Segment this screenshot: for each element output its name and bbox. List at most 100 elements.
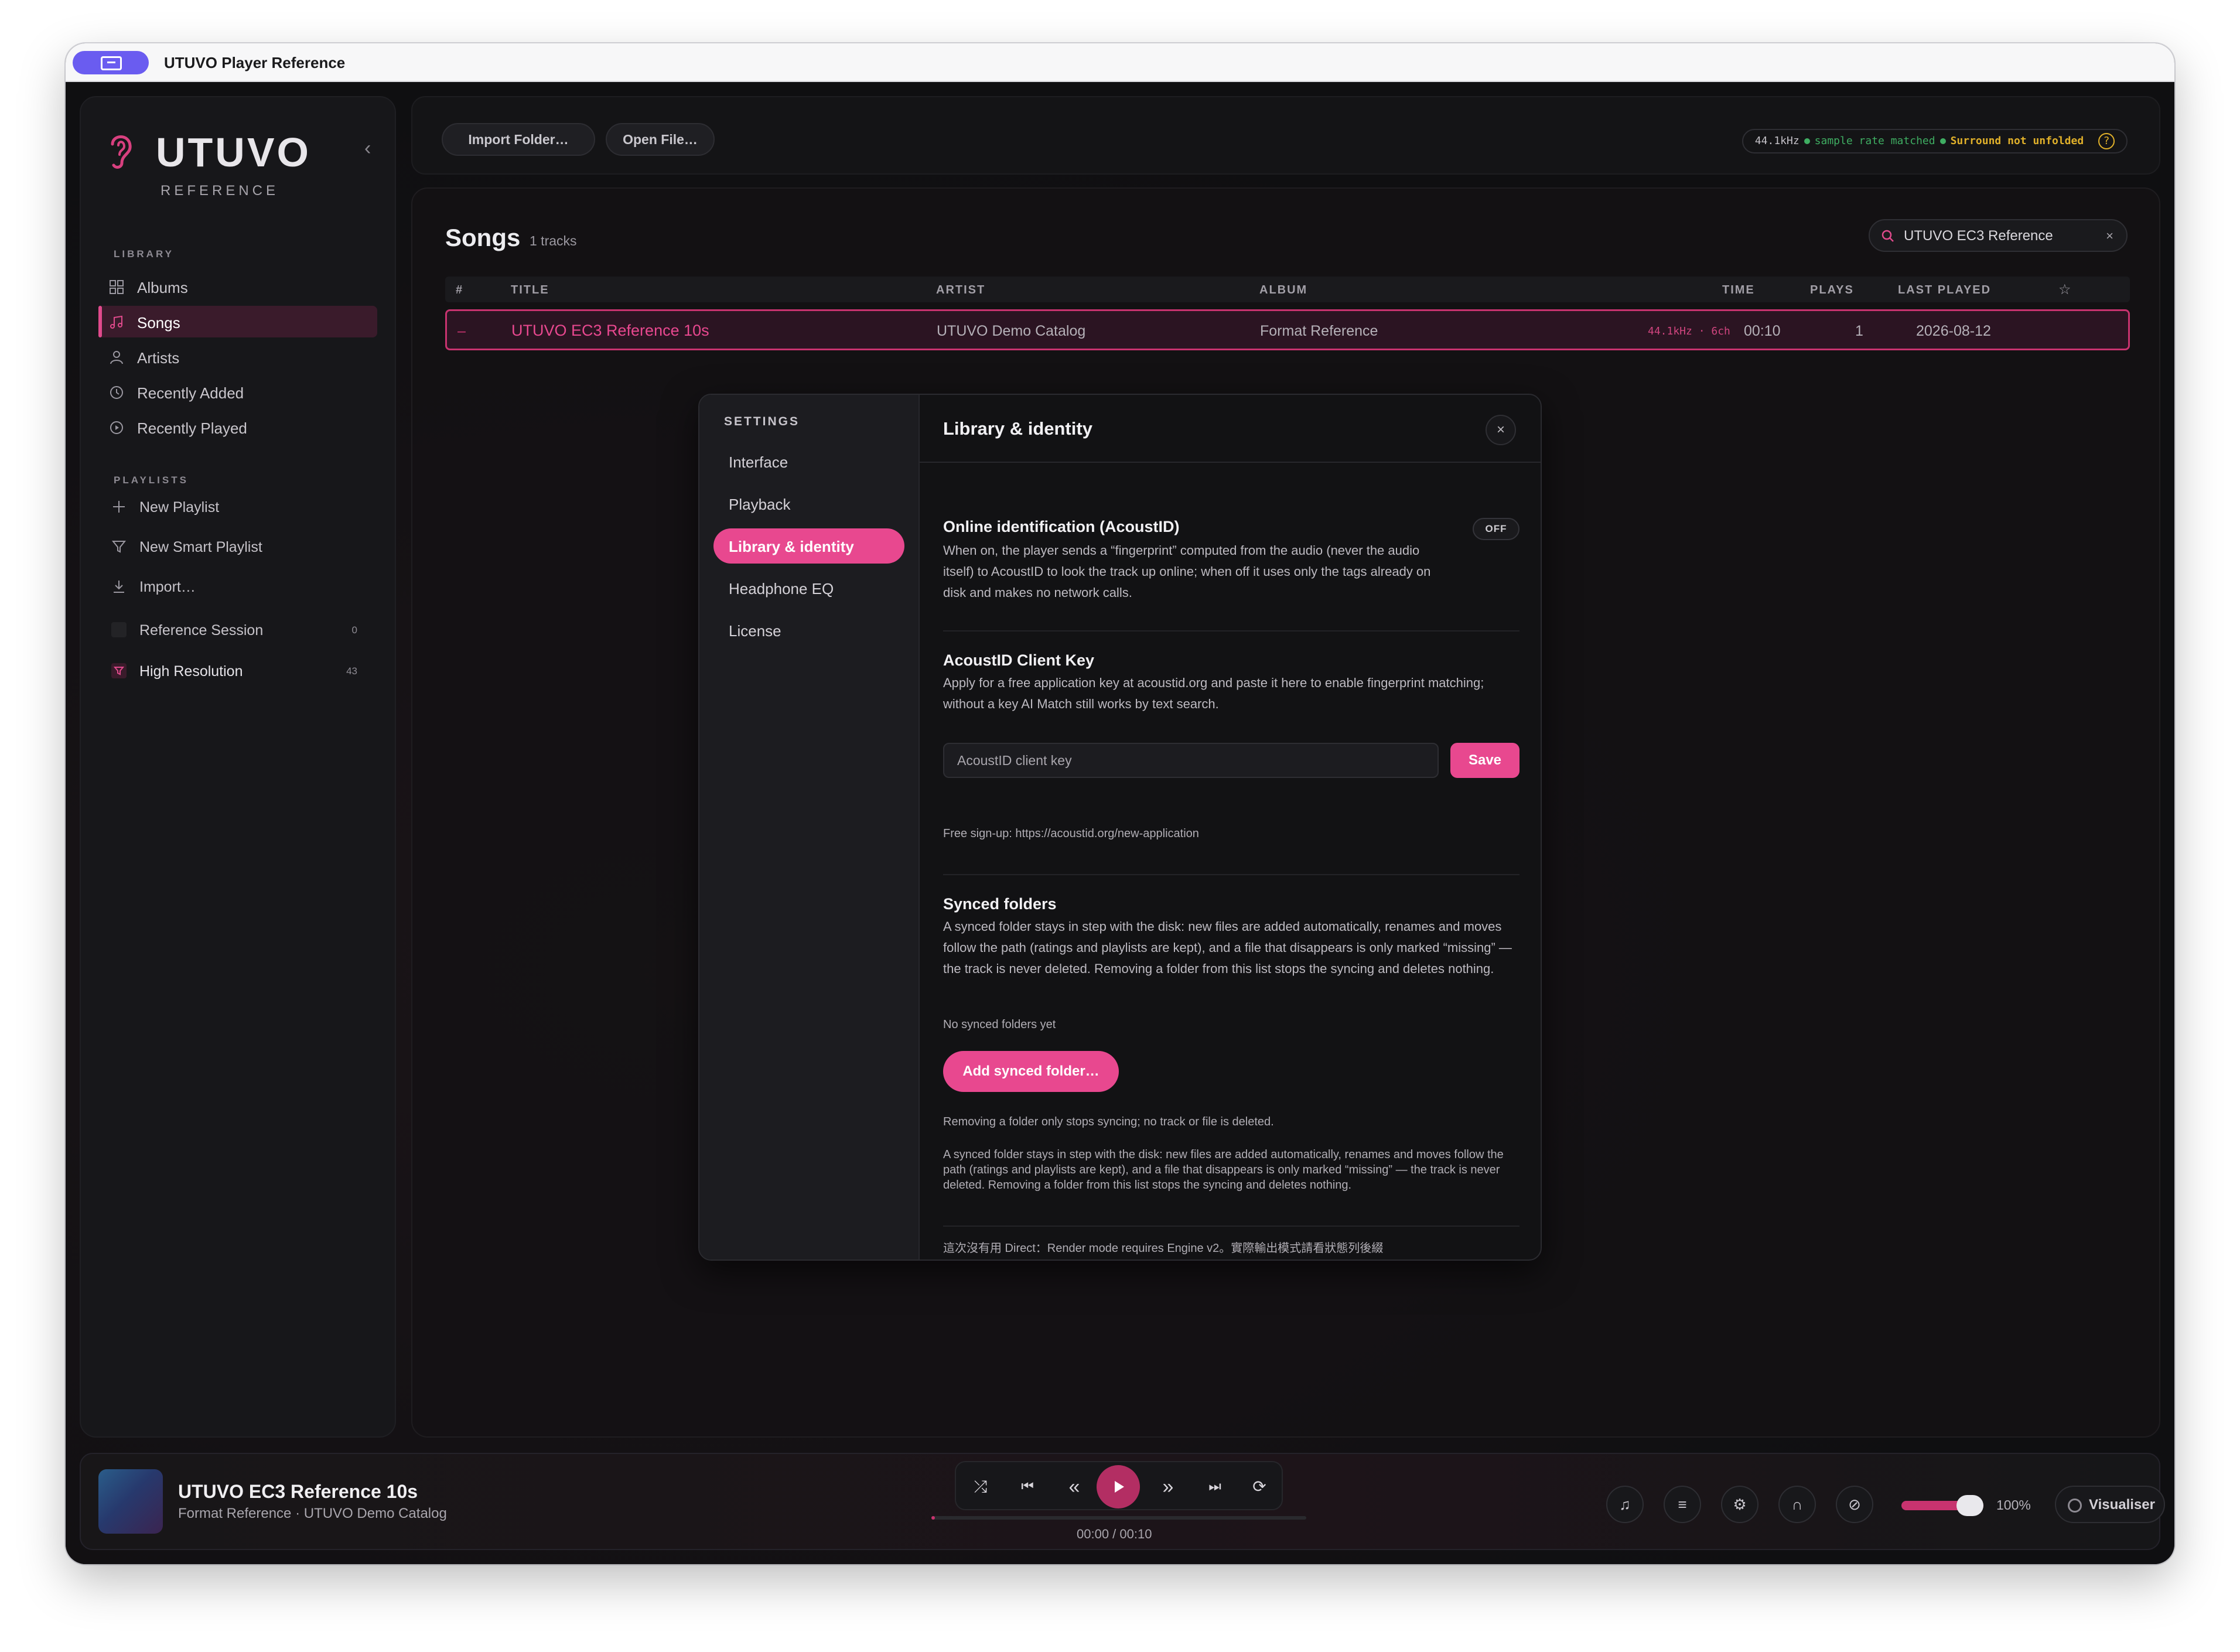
playlist-high-resolution[interactable]: High Resolution 43 <box>98 656 377 685</box>
save-key-button[interactable]: Save <box>1450 743 1519 778</box>
track-count: 1 tracks <box>530 233 577 248</box>
seek-bar[interactable] <box>931 1516 1306 1520</box>
settings-header: Library & identity × <box>920 395 1541 463</box>
synced-folders-title: Synced folders <box>943 895 1057 913</box>
sample-rate-text: 44.1kHz <box>1754 135 1799 147</box>
column-title[interactable]: TITLE <box>511 284 549 297</box>
audio-status-pill[interactable]: 44.1kHz sample rate matched Surround not u… <box>1742 129 2128 153</box>
sidebar-item-label: Artists <box>137 349 180 367</box>
logo-text: UTUVO <box>156 129 311 175</box>
volume-slider[interactable] <box>1901 1495 1983 1516</box>
add-synced-folder-button[interactable]: Add synced folder… <box>943 1051 1119 1092</box>
volume-knob[interactable] <box>1956 1495 1983 1516</box>
column-plays[interactable]: PLAYS <box>1810 284 1854 297</box>
close-icon[interactable]: × <box>1486 415 1516 445</box>
plus-icon <box>113 501 125 513</box>
settings-tab-headphone-eq[interactable]: Headphone EQ <box>713 571 904 606</box>
column-favorite-star-icon[interactable]: ☆ <box>2058 281 2072 298</box>
settings-tab-interface[interactable]: Interface <box>713 444 904 479</box>
settings-gear-icon[interactable]: ⚙ <box>1721 1486 1758 1523</box>
new-smart-playlist-button[interactable]: New Smart Playlist <box>98 532 377 561</box>
online-id-toggle[interactable]: OFF <box>1473 518 1519 540</box>
surround-status-text: Surround not unfolded <box>1950 135 2084 147</box>
download-icon <box>114 581 124 593</box>
smart-filter-icon <box>111 663 127 678</box>
status-dot-icon <box>1939 138 1946 144</box>
rewind-icon[interactable]: « <box>1061 1474 1087 1500</box>
settings-tab-license[interactable]: License <box>713 613 904 648</box>
visualiser-button[interactable]: Visualiser <box>2055 1486 2165 1523</box>
signup-link[interactable]: Free sign-up: https://acoustid.org/new-a… <box>943 826 1519 841</box>
logo-subtitle: REFERENCE <box>161 183 279 199</box>
next-track-icon[interactable]: ⏭ <box>1202 1474 1228 1500</box>
sidebar-item-recently-added[interactable]: Recently Added <box>98 376 377 408</box>
sidebar-item-label: Albums <box>137 279 188 296</box>
person-icon <box>110 351 123 364</box>
column-last-played[interactable]: LAST PLAYED <box>1898 284 1991 297</box>
repeat-icon[interactable]: ⟳ <box>1247 1474 1272 1500</box>
sidebar-item-label: Songs <box>137 314 180 332</box>
row-num: – <box>457 323 466 339</box>
rate-status-text: sample rate matched <box>1814 135 1935 147</box>
open-file-button[interactable]: Open File… <box>606 123 715 156</box>
table-row[interactable]: – UTUVO EC3 Reference 10s UTUVO Demo Cat… <box>445 309 2130 350</box>
album-art[interactable] <box>98 1469 163 1534</box>
row-last-played: 2026-08-12 <box>1916 323 1991 339</box>
column-artist[interactable]: ARTIST <box>936 284 985 297</box>
acoustid-key-input[interactable] <box>943 743 1439 778</box>
new-playlist-button[interactable]: New Playlist <box>98 492 377 521</box>
column-album[interactable]: ALBUM <box>1259 284 1307 297</box>
row-plays: 1 <box>1855 323 1863 339</box>
page-title: Songs <box>445 224 521 251</box>
new-smart-playlist-label: New Smart Playlist <box>139 539 262 555</box>
sidebar-item-recently-played[interactable]: Recently Played <box>98 411 377 443</box>
mute-speaker-icon[interactable]: ⊘ <box>1836 1486 1873 1523</box>
queue-icon[interactable]: ≡ <box>1664 1486 1701 1523</box>
sidebar-item-label: Recently Played <box>137 419 247 437</box>
lyrics-note-icon[interactable]: ♫ <box>1606 1486 1644 1523</box>
import-folder-button[interactable]: Import Folder… <box>442 123 595 156</box>
settings-tab-playback[interactable]: Playback <box>713 486 904 521</box>
headphones-icon[interactable]: ∩ <box>1778 1486 1816 1523</box>
playlist-swatch-icon <box>111 622 127 637</box>
row-artist[interactable]: UTUVO Demo Catalog <box>937 323 1085 340</box>
sidebar-item-artists[interactable]: Artists <box>98 341 377 373</box>
sidebar-item-songs[interactable]: Songs <box>98 306 377 337</box>
column-time[interactable]: TIME <box>1722 284 1755 297</box>
window-badge[interactable] <box>73 51 149 74</box>
collapse-sidebar-button[interactable]: ‹ <box>364 138 382 158</box>
settings-tab-library-identity[interactable]: Library & identity <box>713 528 904 564</box>
divider <box>943 630 1519 632</box>
app-content: UTUVO REFERENCE ‹ LIBRARY Albums Songs A… <box>66 82 2174 1564</box>
divider <box>943 874 1519 875</box>
sidebar-item-albums[interactable]: Albums <box>98 271 377 302</box>
now-playing-title: UTUVO EC3 Reference 10s <box>178 1481 418 1502</box>
synced-folders-description-repeat: A synced folder stays in step with the d… <box>943 1148 1504 1192</box>
settings-tab-label: Headphone EQ <box>729 580 834 598</box>
clear-search-icon[interactable]: × <box>2106 228 2113 244</box>
help-icon[interactable]: ? <box>2098 133 2115 149</box>
top-toolbar: Import Folder… Open File… 44.1kHz sample … <box>411 96 2160 175</box>
row-album[interactable]: Format Reference <box>1260 323 1378 340</box>
shuffle-icon[interactable]: ⤮ <box>968 1474 993 1500</box>
fast-forward-icon[interactable]: » <box>1155 1474 1181 1500</box>
previous-track-icon[interactable]: ⏮ <box>1015 1474 1040 1500</box>
import-playlist-button[interactable]: Import… <box>98 572 377 601</box>
settings-content: Online identification (AcoustID) OFF Whe… <box>920 464 1541 1260</box>
play-button[interactable] <box>1097 1465 1140 1508</box>
search-input[interactable] <box>1904 227 2103 245</box>
playlist-count: 0 <box>351 624 357 636</box>
search-box[interactable]: × <box>1869 219 2128 252</box>
transport-controls: ⤮ ⏮ « » ⏭ ⟳ <box>955 1461 1283 1510</box>
online-id-title: Online identification (AcoustID) <box>943 518 1180 535</box>
column-num[interactable]: # <box>456 284 463 297</box>
new-playlist-label: New Playlist <box>139 499 220 516</box>
client-key-title: AcoustID Client Key <box>943 651 1095 669</box>
playlist-reference-session[interactable]: Reference Session 0 <box>98 615 377 644</box>
sidebar: UTUVO REFERENCE ‹ LIBRARY Albums Songs A… <box>80 96 396 1438</box>
clock-icon <box>110 386 123 399</box>
player-bar: UTUVO EC3 Reference 10s Format Reference… <box>80 1453 2165 1550</box>
row-title: UTUVO EC3 Reference 10s <box>511 322 709 339</box>
settings-nav: SETTINGS Interface Playback Library & id… <box>699 395 920 1260</box>
visualiser-label: Visualiser <box>2089 1497 2155 1513</box>
